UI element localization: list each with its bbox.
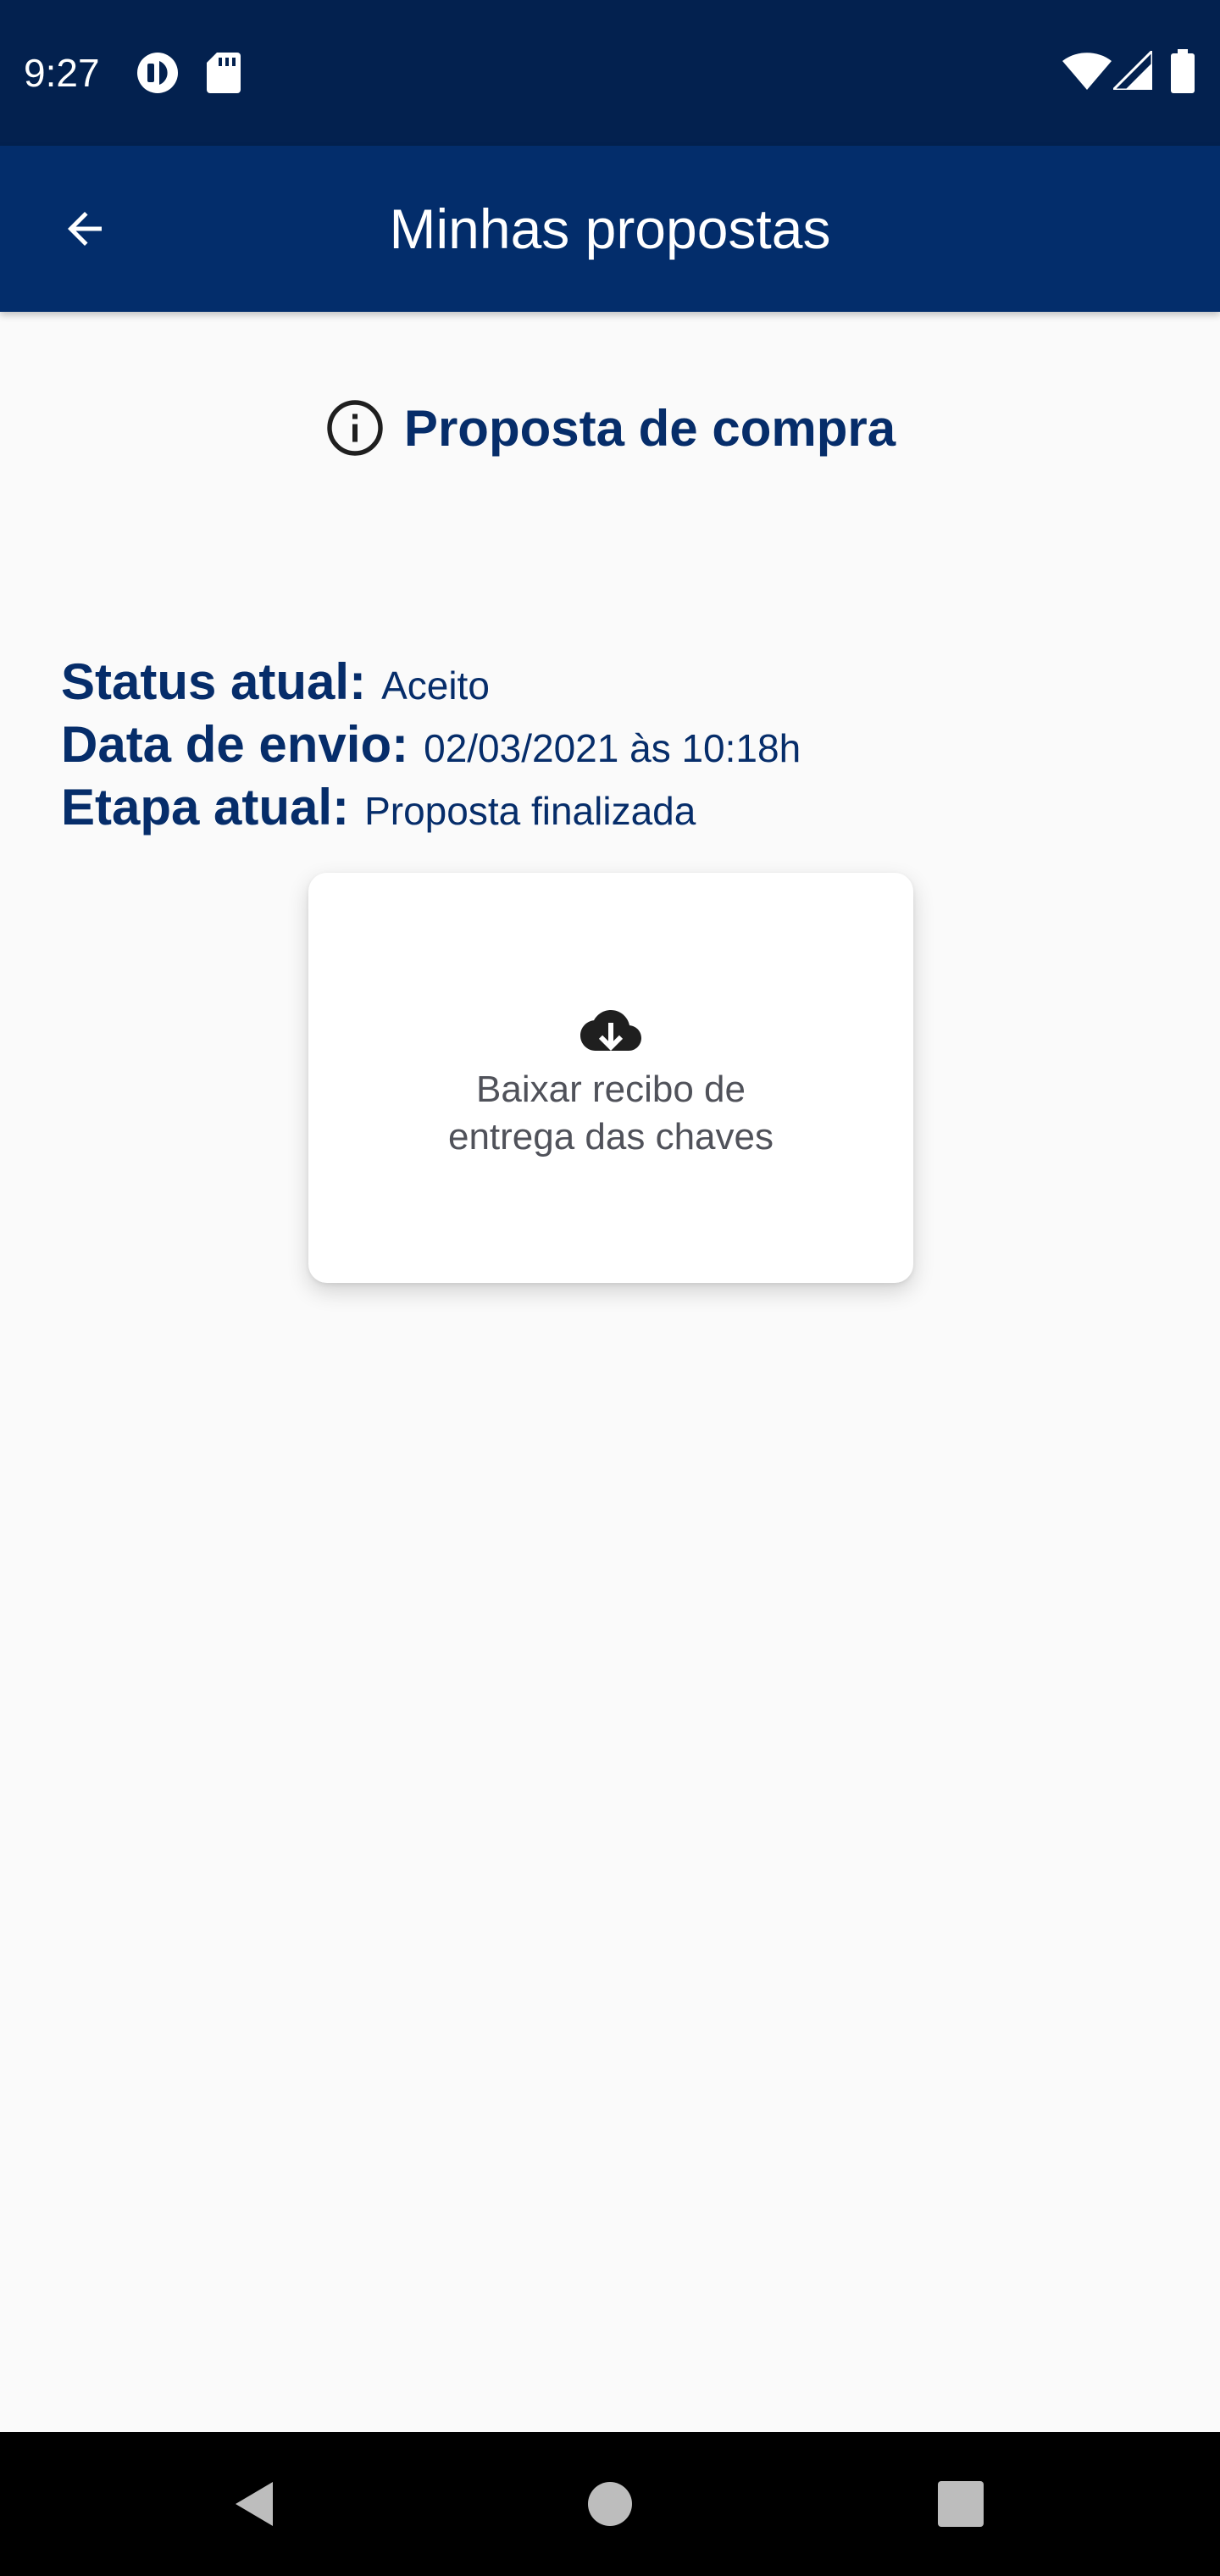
date-label: Data de envio: xyxy=(61,716,409,773)
system-nav-bar xyxy=(0,2432,1220,2576)
stage-row: Etapa atual: Proposta finalizada xyxy=(61,778,1162,841)
cloud-download-icon xyxy=(580,1010,641,1051)
status-bar: 9:27 xyxy=(0,0,1220,146)
page-title: Minhas propostas xyxy=(389,197,831,260)
data-saver-icon xyxy=(137,53,178,93)
sd-card-icon xyxy=(207,53,241,93)
status-value: Aceito xyxy=(381,663,490,708)
signal-icon xyxy=(1113,51,1152,90)
battery-icon xyxy=(1171,49,1195,93)
info-icon xyxy=(327,400,383,456)
section-title: Proposta de compra xyxy=(403,399,896,457)
nav-home-icon xyxy=(588,2482,632,2526)
date-value: 02/03/2021 às 10:18h xyxy=(424,726,801,770)
back-button[interactable] xyxy=(41,185,129,273)
nav-recents-icon xyxy=(938,2481,984,2527)
arrow-back-icon xyxy=(68,212,102,246)
status-row: Status atual: Aceito xyxy=(61,652,1162,715)
download-receipt-label: Baixar recibo de entrega das chaves xyxy=(447,1069,774,1158)
wifi-icon xyxy=(1062,53,1112,90)
nav-back-button[interactable] xyxy=(212,2462,297,2546)
status-time: 9:27 xyxy=(24,51,100,95)
section-header: Proposta de compra xyxy=(0,391,1220,464)
nav-recents-button[interactable] xyxy=(918,2462,1003,2546)
stage-value: Proposta finalizada xyxy=(364,789,696,833)
app-bar: Minhas propostas xyxy=(0,146,1220,312)
download-receipt-card[interactable]: Baixar recibo de entrega das chaves xyxy=(308,873,913,1283)
nav-back-icon xyxy=(236,2482,273,2526)
nav-home-button[interactable] xyxy=(568,2462,652,2546)
date-row: Data de envio: 02/03/2021 às 10:18h xyxy=(61,715,1162,778)
proposal-details: Status atual: Aceito Data de envio: 02/0… xyxy=(61,652,1162,841)
stage-label: Etapa atual: xyxy=(61,779,350,836)
status-label: Status atual: xyxy=(61,653,367,710)
